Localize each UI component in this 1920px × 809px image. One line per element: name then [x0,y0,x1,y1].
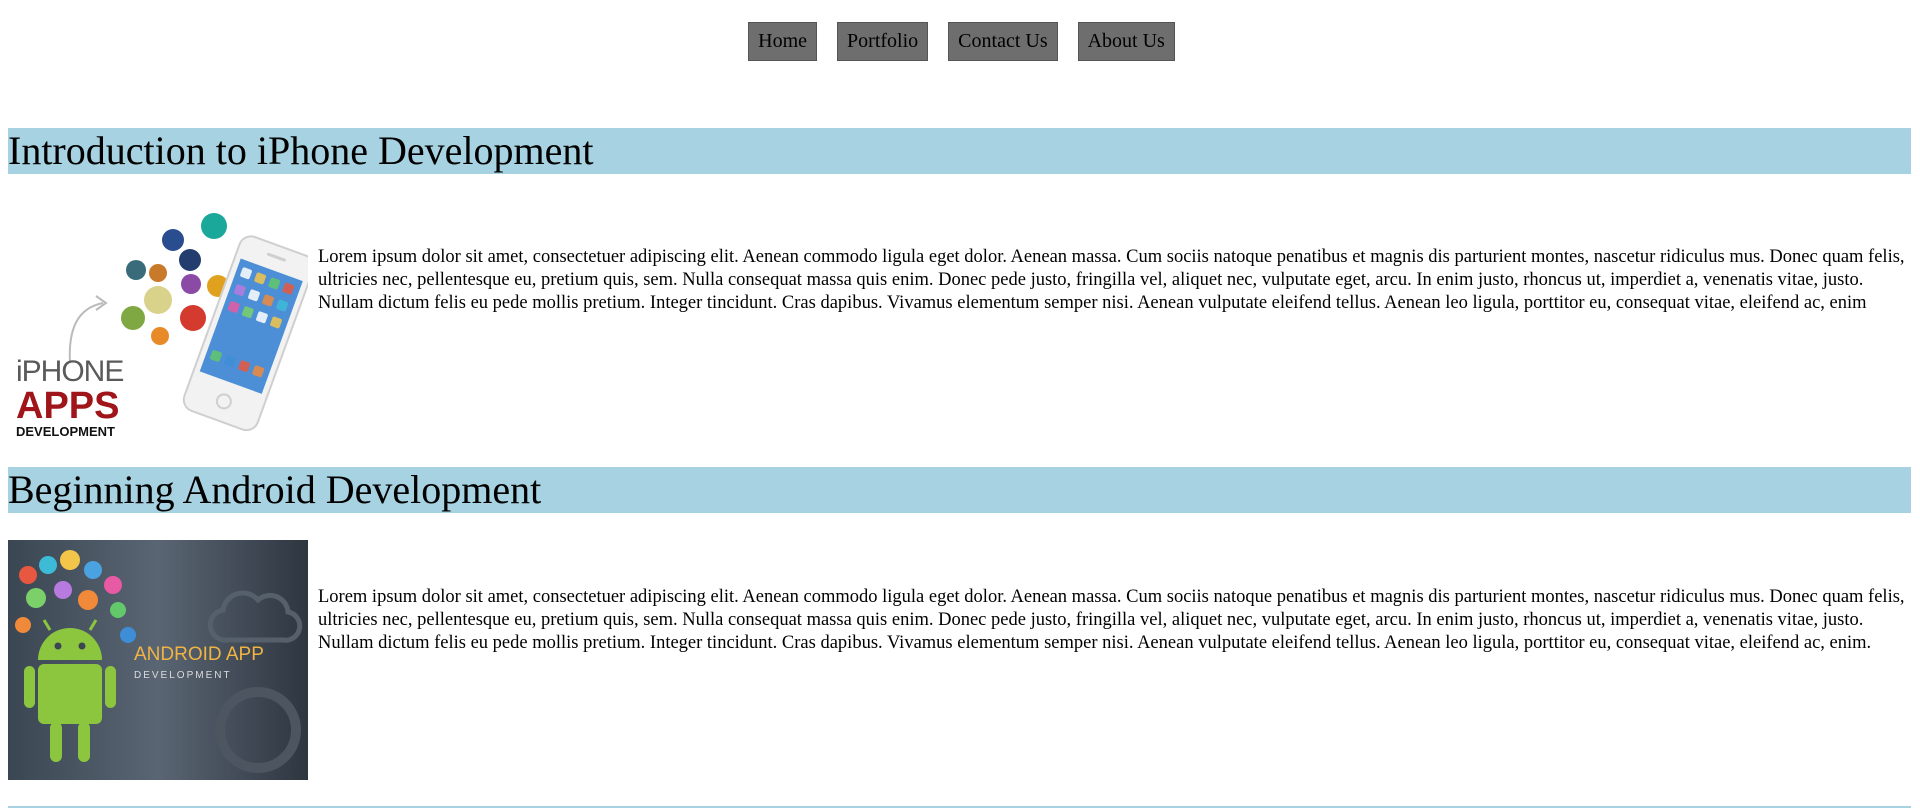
svg-text:DEVELOPMENT: DEVELOPMENT [134,670,232,681]
section-title-android: Beginning Android Development [8,467,1911,513]
iphone-apps-image: iPHONE APPS DEVELOPMENT [8,208,308,439]
svg-text:APPS: APPS [16,385,119,427]
nav-portfolio-button[interactable]: Portfolio [837,22,929,61]
section-body-android: Lorem ipsum dolor sit amet, consectetuer… [318,587,1905,653]
svg-text:iPHONE: iPHONE [16,355,123,388]
page: Home Portfolio Contact Us About Us Intro… [0,0,1920,809]
section-title-iphone: Introduction to iPhone Development [8,128,1911,174]
top-nav: Home Portfolio Contact Us About Us [0,22,1920,61]
nav-about-us-button[interactable]: About Us [1077,22,1175,61]
section-body-iphone: Lorem ipsum dolor sit amet, consectetuer… [318,247,1905,313]
svg-text:ANDROID APP: ANDROID APP [134,644,264,665]
nav-contact-us-button[interactable]: Contact Us [948,22,1058,61]
android-app-image: ANDROID APP DEVELOPMENT [8,540,308,780]
nav-home-button[interactable]: Home [748,22,818,61]
svg-text:DEVELOPMENT: DEVELOPMENT [16,424,115,439]
bottom-divider [8,806,1911,808]
